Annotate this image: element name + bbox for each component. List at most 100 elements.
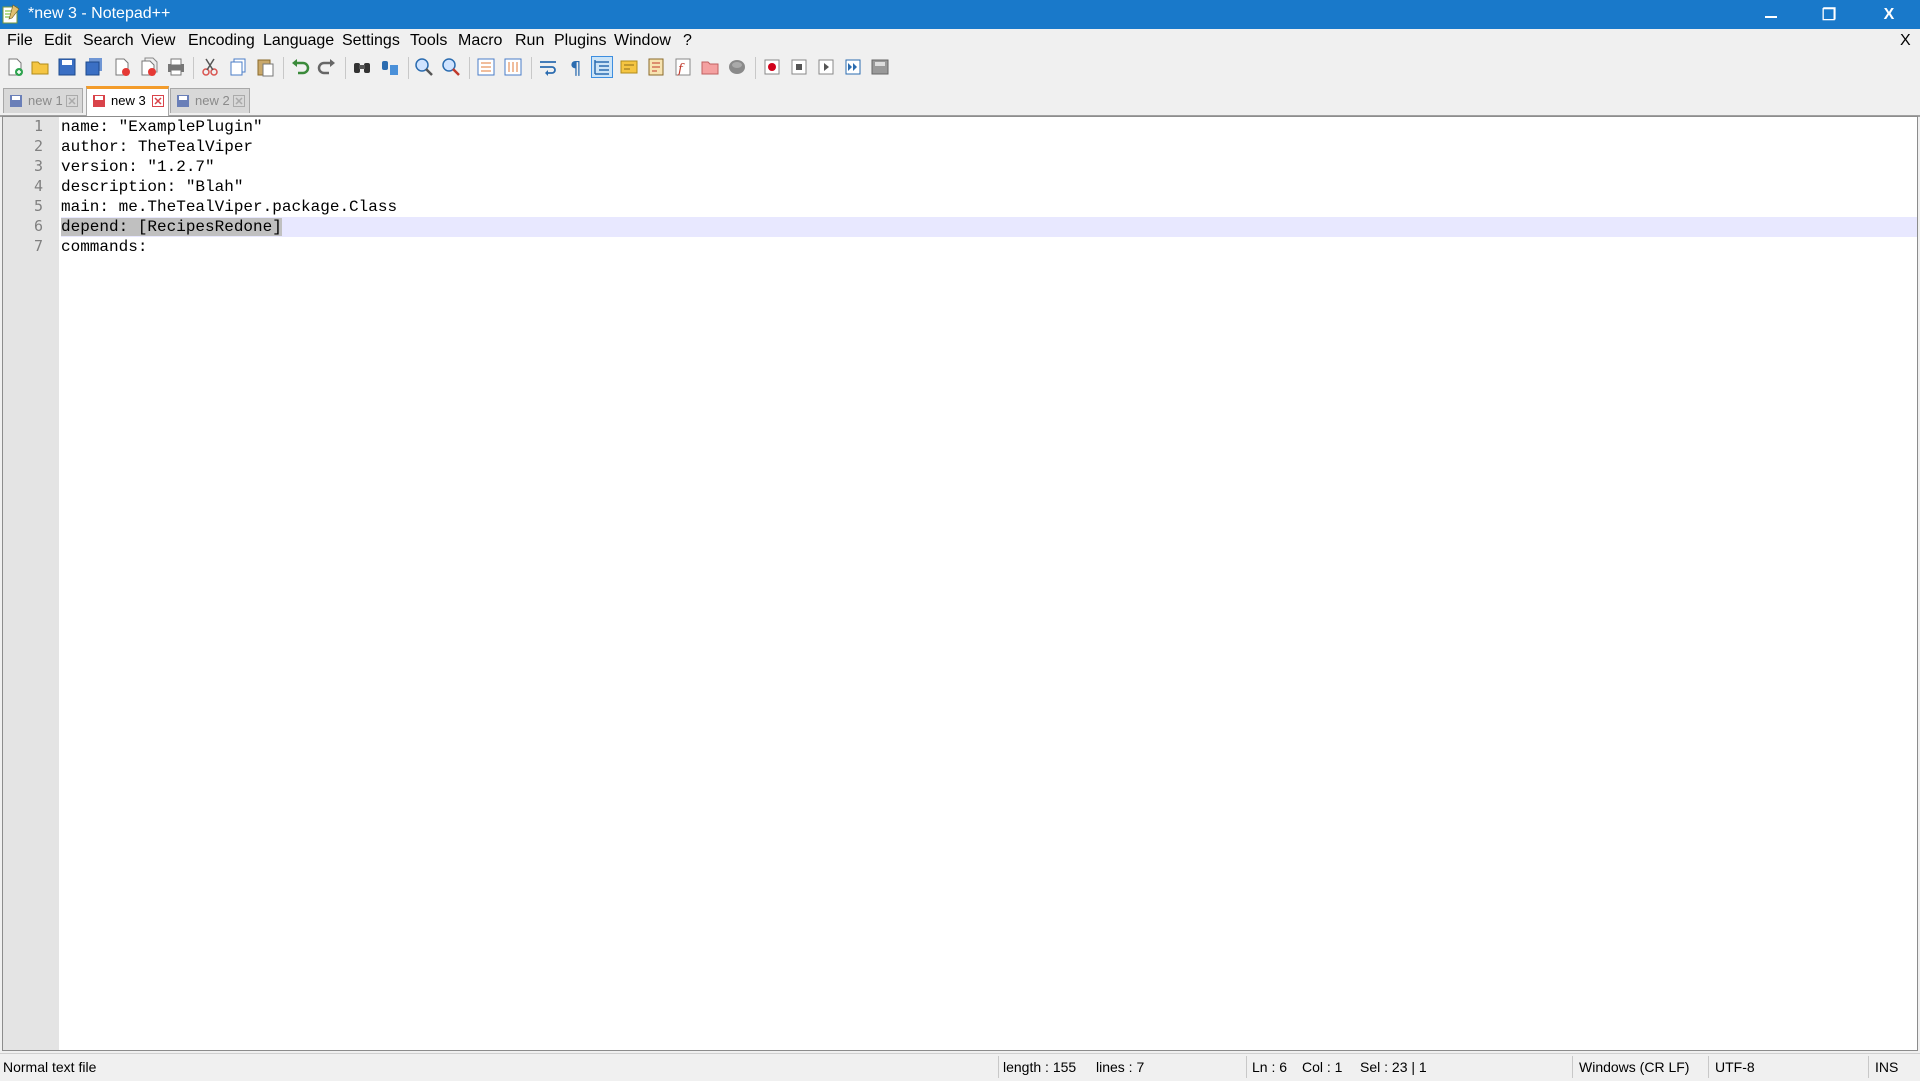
- tab-label: new 3: [111, 93, 146, 108]
- folder-as-workspace-icon[interactable]: [700, 57, 720, 77]
- status-insert-mode[interactable]: INS: [1875, 1059, 1898, 1075]
- tab-label: new 2: [195, 93, 230, 108]
- status-eol[interactable]: Windows (CR LF): [1579, 1059, 1689, 1075]
- text-selection[interactable]: depend: [RecipesRedone]: [61, 218, 282, 236]
- copy-icon[interactable]: [228, 57, 248, 77]
- cut-icon[interactable]: [200, 57, 220, 77]
- toolbar-separator: [345, 57, 346, 79]
- selected-code-line[interactable]: depend: [RecipesRedone]: [61, 217, 282, 237]
- menu-settings[interactable]: Settings: [342, 32, 400, 50]
- user-defined-language-icon[interactable]: [619, 57, 639, 77]
- menu-view[interactable]: View: [141, 32, 175, 50]
- code-area[interactable]: name: "ExamplePlugin" author: TheTealVip…: [61, 117, 1917, 1050]
- line-number-gutter: 1 2 3 4 5 6 7: [3, 117, 59, 1050]
- tab-new-3[interactable]: new 3: [86, 86, 169, 116]
- close-document-button[interactable]: X: [1900, 32, 1911, 50]
- line-number: 4: [33, 177, 43, 195]
- tab-close-icon[interactable]: [152, 95, 164, 107]
- save-macro-icon[interactable]: [870, 57, 890, 77]
- saved-file-icon: [177, 95, 189, 107]
- close-window-button[interactable]: X: [1858, 0, 1920, 29]
- status-divider: [1572, 1056, 1573, 1078]
- tab-label: new 1: [28, 93, 63, 108]
- play-macro-icon[interactable]: [816, 57, 836, 77]
- zoom-out-icon[interactable]: [441, 57, 461, 77]
- line-number: 3: [33, 157, 43, 175]
- line-number: 6: [33, 217, 43, 235]
- menu-macro[interactable]: Macro: [458, 32, 502, 50]
- minimize-icon: [1765, 15, 1777, 18]
- line-number: 5: [33, 197, 43, 215]
- menu-tools[interactable]: Tools: [410, 32, 447, 50]
- stop-macro-icon[interactable]: [789, 57, 809, 77]
- print-icon[interactable]: [166, 57, 186, 77]
- unsaved-file-icon: [93, 95, 105, 107]
- status-file-type: Normal text file: [3, 1059, 97, 1075]
- save-all-icon[interactable]: [84, 57, 104, 77]
- toolbar-separator: [469, 57, 470, 79]
- menu-encoding[interactable]: Encoding: [188, 32, 255, 50]
- paste-icon[interactable]: [255, 57, 275, 77]
- code-line[interactable]: author: TheTealViper: [61, 137, 253, 157]
- menu-search[interactable]: Search: [83, 32, 134, 50]
- close-icon: X: [1883, 5, 1895, 23]
- restore-button[interactable]: ❐: [1800, 0, 1858, 29]
- menu-window[interactable]: Window: [614, 32, 671, 50]
- code-line[interactable]: description: "Blah": [61, 177, 243, 197]
- status-col: Col : 1: [1302, 1059, 1343, 1075]
- title-bar: *new 3 - Notepad++ ❐ X: [0, 0, 1920, 29]
- current-line-highlight: [61, 217, 1917, 237]
- saved-file-icon: [10, 95, 22, 107]
- monitoring-icon[interactable]: [727, 57, 747, 77]
- menu-help[interactable]: ?: [683, 32, 692, 50]
- document-map-icon[interactable]: [646, 57, 666, 77]
- notepad-plus-plus-icon: [2, 4, 20, 24]
- redo-icon[interactable]: [317, 57, 337, 77]
- status-divider: [1246, 1056, 1247, 1078]
- menu-edit[interactable]: Edit: [44, 32, 72, 50]
- new-file-icon[interactable]: [5, 57, 25, 77]
- toolbar-separator: [408, 57, 409, 79]
- code-line[interactable]: name: "ExamplePlugin": [61, 117, 263, 137]
- sync-vertical-icon[interactable]: [476, 57, 496, 77]
- toolbar-separator: [193, 57, 194, 79]
- text-editor[interactable]: 1 2 3 4 5 6 7 name: "ExamplePlugin" auth…: [2, 116, 1918, 1051]
- save-icon[interactable]: [57, 57, 77, 77]
- menu-language[interactable]: Language: [263, 32, 334, 50]
- undo-icon[interactable]: [290, 57, 310, 77]
- zoom-in-icon[interactable]: [414, 57, 434, 77]
- status-divider: [1868, 1056, 1869, 1078]
- status-ln: Ln : 6: [1252, 1059, 1288, 1075]
- menu-plugins[interactable]: Plugins: [554, 32, 606, 50]
- document-tab-bar: new 1 new 3 new 2: [0, 86, 1920, 117]
- code-line[interactable]: version: "1.2.7": [61, 157, 215, 177]
- toolbar-separator: [531, 57, 532, 79]
- status-encoding[interactable]: UTF-8: [1715, 1059, 1755, 1075]
- menu-run[interactable]: Run: [515, 32, 544, 50]
- sync-horizontal-icon[interactable]: [503, 57, 523, 77]
- status-length: length : 155: [1003, 1059, 1077, 1075]
- tab-close-icon[interactable]: [66, 95, 78, 107]
- find-icon[interactable]: [352, 57, 372, 77]
- word-wrap-icon[interactable]: [538, 57, 558, 77]
- code-line[interactable]: main: me.TheTealViper.package.Class: [61, 197, 397, 217]
- close-all-icon[interactable]: [139, 57, 159, 77]
- tab-close-icon[interactable]: [233, 95, 245, 107]
- minimize-button[interactable]: [1742, 0, 1800, 29]
- toolbar-separator: [283, 57, 284, 79]
- show-all-characters-icon[interactable]: ¶: [565, 57, 585, 77]
- run-macro-multiple-icon[interactable]: [843, 57, 863, 77]
- toolbar: ¶ f: [0, 53, 1920, 83]
- indent-guide-icon[interactable]: [591, 56, 613, 78]
- record-macro-icon[interactable]: [762, 57, 782, 77]
- status-bar: Normal text file length : 155 lines : 7 …: [0, 1053, 1920, 1081]
- open-file-icon[interactable]: [30, 57, 50, 77]
- menu-file[interactable]: File: [7, 32, 33, 50]
- close-file-icon[interactable]: [112, 57, 132, 77]
- tab-new-2[interactable]: new 2: [170, 88, 250, 113]
- tab-new-1[interactable]: new 1: [3, 88, 83, 113]
- svg-text:¶: ¶: [570, 58, 581, 77]
- replace-icon[interactable]: [380, 57, 400, 77]
- code-line[interactable]: commands:: [61, 237, 147, 257]
- function-list-icon[interactable]: f: [673, 57, 693, 77]
